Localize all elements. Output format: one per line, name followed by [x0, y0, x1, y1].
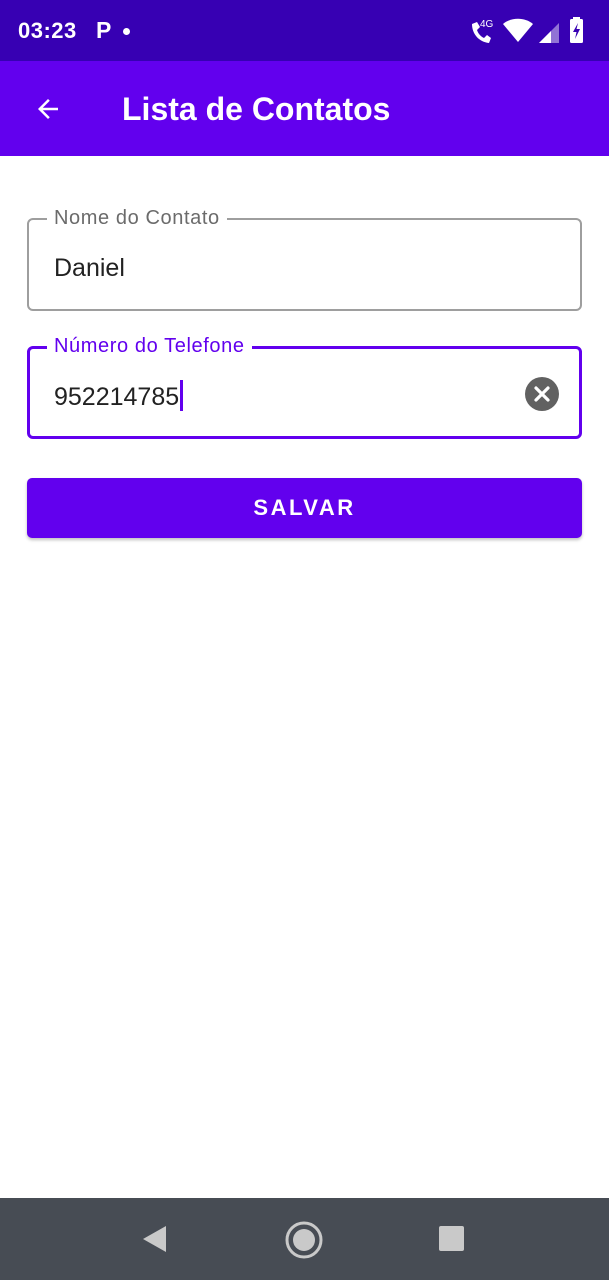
- arrow-back-icon: [38, 99, 58, 119]
- nav-home-icon[interactable]: [285, 1221, 323, 1259]
- phone-number-field[interactable]: Número do Telefone 952214785: [27, 334, 582, 439]
- save-button[interactable]: SALVAR: [27, 478, 582, 538]
- status-icons: 4G: [472, 17, 583, 43]
- network-type-label: 4G: [480, 19, 494, 30]
- text-cursor: [180, 380, 184, 411]
- contact-name-input[interactable]: Daniel: [54, 253, 125, 283]
- navigation-bar: [0, 1198, 609, 1280]
- status-bar: 03:23 P 4G: [0, 0, 609, 61]
- battery-charging-icon: [570, 17, 583, 43]
- page-title: Lista de Contatos: [122, 91, 391, 127]
- wifi-call-icon: 4G: [472, 19, 494, 43]
- notification-dot-icon: [123, 28, 130, 35]
- parking-app-icon: P: [96, 17, 112, 43]
- screen: 03:23 P 4G Lista de Contatos Nome do Con…: [0, 0, 609, 1280]
- contact-name-field[interactable]: Nome do Contato Daniel: [27, 206, 582, 311]
- cell-signal-icon: [539, 23, 559, 43]
- back-button[interactable]: [22, 83, 74, 135]
- phone-number-input-wrap[interactable]: 952214785: [54, 380, 184, 412]
- phone-number-label: Número do Telefone: [47, 334, 252, 358]
- app-bar: Lista de Contatos: [0, 61, 609, 156]
- wifi-icon: [503, 18, 533, 42]
- nav-back-icon[interactable]: [140, 1224, 168, 1254]
- nav-recents-icon[interactable]: [439, 1226, 464, 1251]
- status-time: 03:23: [18, 18, 77, 43]
- contact-name-label: Nome do Contato: [47, 206, 227, 230]
- clear-icon[interactable]: [525, 377, 559, 411]
- phone-number-input[interactable]: 952214785: [54, 383, 179, 411]
